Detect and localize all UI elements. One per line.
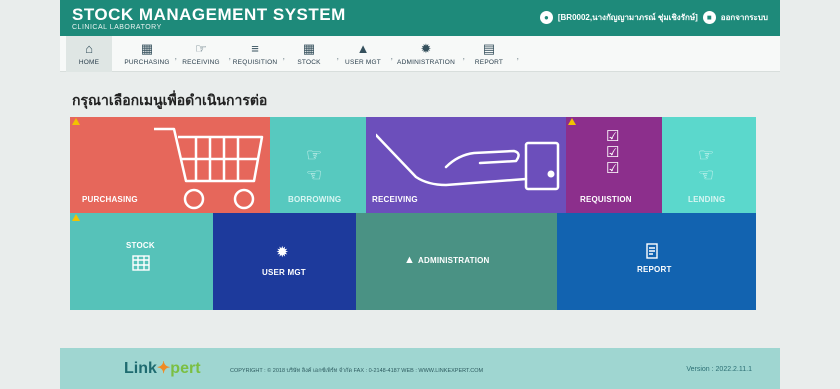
tile-label: LENDING [688, 195, 726, 204]
footer: Link✦pert COPYRIGHT : © 2018 บริษัท ลิงค… [60, 348, 780, 389]
version-text: Version : 2022.2.11.1 [686, 366, 752, 373]
tile-user-mgt[interactable]: ✹ USER MGT [213, 213, 356, 310]
nav-label: HOME [78, 59, 100, 66]
nav-label: PURCHASING [124, 59, 170, 66]
page-title: กรุณาเลือกเมนูเพื่อดำเนินการต่อ [72, 93, 268, 109]
home-icon: ⌂ [85, 41, 93, 56]
hand-icon: ☞ [195, 41, 207, 56]
gear-icon: ✹ [276, 244, 289, 261]
nav-stock[interactable]: ▦ STOCK , [282, 36, 339, 72]
tile-label: BORROWING [288, 195, 342, 204]
warning-icon [72, 214, 80, 221]
tile-label: PURCHASING [82, 195, 138, 204]
logout-link[interactable]: ออกจากระบบ [721, 11, 768, 24]
report-icon: ▤ [482, 41, 496, 56]
tile-stock[interactable]: STOCK [70, 213, 213, 310]
app-frame: STOCK MANAGEMENT SYSTEM CLINICAL LABORAT… [60, 0, 780, 389]
nav-label: ADMINISTRATION [397, 59, 455, 66]
tile-administration[interactable]: ▲ ADMINISTRATION [356, 213, 557, 310]
user-box: ● [BR0002,นางกัญญามาภรณ์ ชุ่มเชิงรักษ์] … [539, 11, 768, 24]
nav-user-mgt[interactable]: ▲ USER MGT , [336, 36, 393, 72]
menu-tiles: PURCHASING ☞ ☜ BORROWING RECEIVING ☑ ☑ ☑ RE… [70, 117, 770, 310]
lock-icon[interactable]: ■ [702, 11, 716, 24]
tile-label: USER MGT [262, 268, 306, 277]
user-icon: ▲ [404, 254, 415, 266]
warning-icon [72, 118, 80, 125]
tile-label: STOCK [126, 241, 155, 250]
cart-icon: ▦ [140, 41, 154, 56]
tile-label: RECEIVING [372, 195, 418, 204]
main-nav: ⌂ HOME ▦ PURCHASING , ☞ RECEIVING , ≡ RE… [60, 36, 780, 72]
grid-icon: ▦ [302, 41, 316, 56]
nav-purchasing[interactable]: ▦ PURCHASING , [120, 36, 177, 72]
app-title: STOCK MANAGEMENT SYSTEM [72, 5, 346, 24]
logo-text: Link [124, 360, 157, 377]
tile-receiving[interactable]: RECEIVING [366, 117, 566, 213]
hand-icon [376, 133, 560, 191]
nav-label: USER MGT [345, 59, 381, 66]
handshake-icon: ☞ ☜ [306, 145, 323, 185]
nav-receiving[interactable]: ☞ RECEIVING , [174, 36, 231, 72]
app-header: STOCK MANAGEMENT SYSTEM CLINICAL LABORAT… [60, 0, 780, 36]
report-icon [646, 243, 658, 259]
user-icon: ▲ [356, 41, 370, 56]
user-icon: ● [539, 11, 553, 24]
app-subtitle: CLINICAL LABORATORY [72, 24, 162, 31]
nav-home[interactable]: ⌂ HOME [66, 36, 112, 72]
cart-icon [154, 127, 264, 210]
company-logo: Link✦pert [124, 358, 201, 378]
tile-borrowing[interactable]: ☞ ☜ BORROWING [270, 117, 366, 213]
nav-administration[interactable]: ✹ ADMINISTRATION , [390, 36, 465, 72]
nav-label: STOCK [297, 59, 321, 66]
tile-requisition[interactable]: ☑ ☑ ☑ REQUISTION [566, 117, 662, 213]
copyright-text: COPYRIGHT : © 2018 บริษัท ลิงค์ เอกซ์เพิ… [230, 368, 484, 374]
handshake-icon: ☞ ☜ [698, 145, 715, 185]
nav-requisition[interactable]: ≡ REQUISITION , [228, 36, 285, 72]
tile-label: REPORT [637, 265, 672, 274]
table-grid-icon [132, 255, 150, 271]
gear-icon: ✹ [420, 41, 432, 56]
tile-label: REQUISTION [580, 195, 632, 204]
logo-x-icon: ✦ [156, 360, 171, 377]
nav-report[interactable]: ▤ REPORT , [462, 36, 519, 72]
tile-label: ADMINISTRATION [418, 256, 490, 265]
checklist-icon: ☑ ☑ ☑ [606, 128, 620, 177]
user-name: [BR0002,นางกัญญามาภรณ์ ชุ่มเชิงรักษ์] [557, 13, 698, 22]
warning-icon [568, 118, 576, 125]
brand: STOCK MANAGEMENT SYSTEM CLINICAL LABORAT… [72, 6, 346, 32]
nav-label: RECEIVING [182, 59, 220, 66]
logo-text: pert [170, 360, 201, 377]
checklist-icon: ≡ [251, 41, 259, 56]
nav-label: REPORT [474, 59, 504, 66]
nav-separator: , [516, 51, 519, 61]
tile-report[interactable]: REPORT [557, 213, 756, 310]
nav-label: REQUISITION [232, 59, 278, 66]
tile-purchasing[interactable]: PURCHASING [70, 117, 270, 213]
tile-lending[interactable]: ☞ ☜ LENDING [662, 117, 756, 213]
